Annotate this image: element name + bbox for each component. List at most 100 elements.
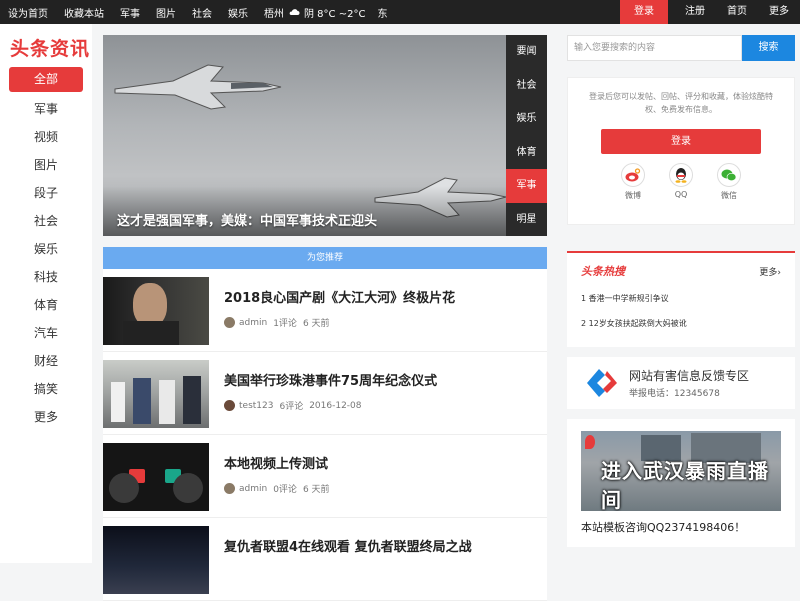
report-phone: 举报电话：12345678 (629, 389, 720, 399)
hot-item[interactable]: 2 12岁女孩扶起跌倒大妈被讹 (581, 318, 781, 329)
top-login-button[interactable]: 登录 (620, 0, 668, 24)
qq-login[interactable]: QQ (669, 163, 693, 201)
news-title[interactable]: 复仇者联盟4在线观看 复仇者联盟终局之战 (224, 536, 472, 555)
weather-widget: 梧州 阴 8°C ~2°C 东 (256, 5, 395, 20)
right-column: 输入您要搜索的内容 搜索 登录后您可以发帖、回帖、评分和收藏，体验炫酷特权、免费… (567, 35, 795, 547)
recommend-bar: 为您推荐 (103, 247, 547, 269)
top-home-link[interactable]: 首页 (716, 0, 758, 24)
ad-banner[interactable]: 进入武汉暴雨直播间 (581, 431, 781, 511)
slider-caption[interactable]: 这才是强国军事，美媒：中国军事技术正迎头 (117, 210, 377, 229)
news-time: 6 天前 (302, 319, 330, 329)
news-meta: admin 1评论 6 天前 (224, 316, 455, 329)
tab-society[interactable]: 社会 (506, 69, 547, 103)
weibo-login[interactable]: 微博 (621, 163, 645, 201)
ad-banner-text: 进入武汉暴雨直播间 (601, 459, 769, 511)
sidebar-item-more[interactable]: 更多 (9, 403, 83, 431)
slider-tabs: 要闻 社会 娱乐 体育 军事 明星 (506, 35, 547, 236)
news-list: 2018良心国产剧《大江大河》终极片花 admin 1评论 6 天前 美国举行珍… (103, 269, 547, 601)
hot-search-panel: 头条热搜 更多› 1 香港一中学新规引争议 2 12岁女孩扶起跌倒大妈被讹 (567, 251, 795, 347)
top-nav-pictures[interactable]: 图片 (148, 5, 184, 20)
news-thumbnail[interactable] (103, 526, 209, 594)
list-item[interactable]: 本地视频上传测试 admin 0评论 6 天前 (103, 435, 547, 518)
left-sidebar: 头条资讯 全部 军事 视频 图片 段子 社会 娱乐 科技 体育 汽车 财经 搞笑… (0, 24, 92, 563)
news-author[interactable]: admin (239, 484, 267, 494)
list-item[interactable]: 2018良心国产剧《大江大河》终极片花 admin 1评论 6 天前 (103, 269, 547, 352)
news-comments: 0评论 (273, 485, 297, 495)
fighter-jet-image (114, 64, 282, 110)
news-thumbnail[interactable] (103, 360, 209, 428)
news-comments: 1评论 (273, 319, 297, 329)
news-meta: admin 0评论 6 天前 (224, 482, 336, 495)
headline-slider[interactable]: 这才是强国军事，美媒：中国军事技术正迎头 要闻 社会 娱乐 体育 军事 明星 (103, 35, 547, 236)
set-homepage-link[interactable]: 设为首页 (0, 5, 56, 20)
search-input[interactable]: 输入您要搜索的内容 (567, 35, 742, 61)
wechat-icon (717, 163, 741, 187)
author-avatar (224, 317, 235, 328)
report-panel[interactable]: 网站有害信息反馈专区 举报电话：12345678 (567, 357, 795, 409)
hot-search-title: 头条热搜 (581, 265, 625, 278)
sidebar-item-military[interactable]: 军事 (9, 95, 83, 123)
news-author[interactable]: admin (239, 318, 267, 328)
top-nav-military[interactable]: 军事 (112, 5, 148, 20)
hot-more-link[interactable]: 更多› (759, 265, 781, 278)
sidebar-item-finance[interactable]: 财经 (9, 347, 83, 375)
sidebar-item-auto[interactable]: 汽车 (9, 319, 83, 347)
tab-sports[interactable]: 体育 (506, 136, 547, 170)
sidebar-item-funny[interactable]: 搞笑 (9, 375, 83, 403)
top-register-link[interactable]: 注册 (674, 0, 716, 24)
news-time: 6 天前 (302, 485, 330, 495)
top-more-link[interactable]: 更多 (758, 0, 800, 24)
tab-entertainment[interactable]: 娱乐 (506, 102, 547, 136)
ad-panel: 进入武汉暴雨直播间 本站模板咨询QQ2374198406！ (567, 419, 795, 547)
main-column: 这才是强国军事，美媒：中国军事技术正迎头 要闻 社会 娱乐 体育 军事 明星 为… (103, 35, 547, 601)
category-nav: 全部 军事 视频 图片 段子 社会 娱乐 科技 体育 汽车 财经 搞笑 更多 (0, 67, 92, 431)
author-avatar (224, 483, 235, 494)
report-logo-icon (587, 369, 617, 397)
news-thumbnail[interactable] (103, 277, 209, 345)
sidebar-item-video[interactable]: 视频 (9, 123, 83, 151)
wechat-login[interactable]: 微信 (717, 163, 741, 201)
wind-label: 东 (377, 8, 388, 20)
wechat-label: 微信 (721, 191, 737, 200)
sidebar-item-entertainment[interactable]: 娱乐 (9, 235, 83, 263)
qq-icon (669, 163, 693, 187)
cloud-icon (289, 9, 300, 15)
sidebar-item-society[interactable]: 社会 (9, 207, 83, 235)
ad-text[interactable]: 本站模板咨询QQ2374198406！ (581, 519, 781, 535)
bookmark-link[interactable]: 收藏本站 (56, 5, 112, 20)
top-nav-entertainment[interactable]: 娱乐 (220, 5, 256, 20)
sidebar-item-sports[interactable]: 体育 (9, 291, 83, 319)
news-title[interactable]: 2018良心国产剧《大江大河》终极片花 (224, 287, 455, 306)
site-logo[interactable]: 头条资讯 (0, 24, 92, 61)
news-meta: test123 6评论 2016-12-08 (224, 399, 437, 412)
news-title[interactable]: 美国举行珍珠港事件75周年纪念仪式 (224, 370, 437, 389)
qq-label: QQ (674, 190, 688, 199)
sidebar-item-tech[interactable]: 科技 (9, 263, 83, 291)
list-item[interactable]: 美国举行珍珠港事件75周年纪念仪式 test123 6评论 2016-12-08 (103, 352, 547, 435)
sidebar-item-all[interactable]: 全部 (9, 67, 83, 92)
news-title[interactable]: 本地视频上传测试 (224, 453, 336, 472)
hot-item[interactable]: 1 香港一中学新规引争议 (581, 293, 781, 304)
search-button[interactable]: 搜索 (742, 35, 795, 61)
news-time: 2016-12-08 (309, 400, 362, 411)
weibo-icon (621, 163, 645, 187)
login-button[interactable]: 登录 (601, 129, 761, 154)
news-comments: 6评论 (279, 402, 304, 412)
tab-news[interactable]: 要闻 (506, 35, 547, 69)
news-thumbnail[interactable] (103, 443, 209, 511)
top-nav-society[interactable]: 社会 (184, 5, 220, 20)
tab-stars[interactable]: 明星 (506, 203, 547, 237)
weather-temp: 阴 8°C ~2°C (304, 8, 366, 20)
search-form: 输入您要搜索的内容 搜索 (567, 35, 795, 61)
weibo-label: 微博 (625, 191, 641, 200)
top-bar: 设为首页 收藏本站 军事 图片 社会 娱乐 梧州 阴 8°C ~2°C 东 登录… (0, 0, 800, 24)
list-item[interactable]: 复仇者联盟4在线观看 复仇者联盟终局之战 (103, 518, 547, 601)
login-tip: 登录后您可以发帖、回帖、评分和收藏，体验炫酷特权、免费发布信息。 (589, 92, 773, 114)
tab-military[interactable]: 军事 (506, 169, 547, 203)
report-title: 网站有害信息反馈专区 (629, 369, 750, 383)
login-box: 登录后您可以发帖、回帖、评分和收藏，体验炫酷特权、免费发布信息。 登录 微博 Q… (567, 77, 795, 225)
author-avatar (224, 400, 235, 411)
news-author[interactable]: test123 (239, 401, 273, 411)
sidebar-item-jokes[interactable]: 段子 (9, 179, 83, 207)
sidebar-item-pictures[interactable]: 图片 (9, 151, 83, 179)
